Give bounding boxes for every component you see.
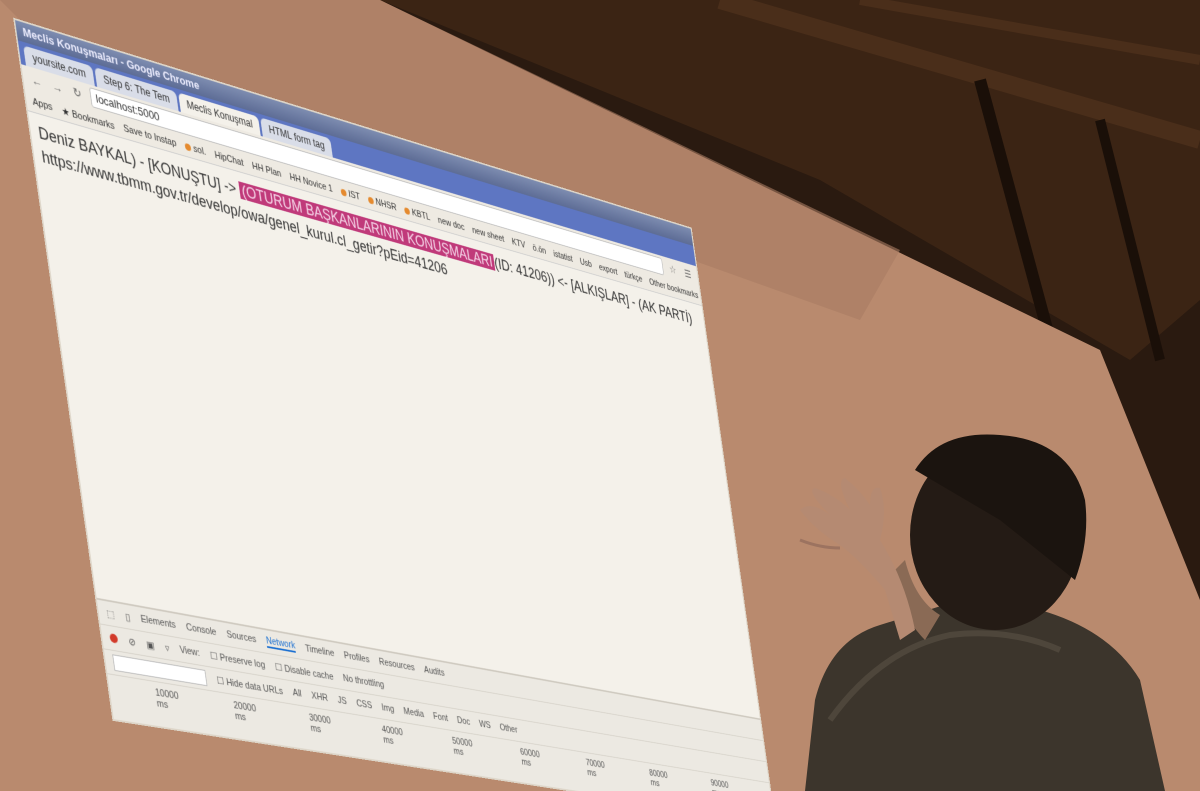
devtools-device-icon[interactable]: ▯ bbox=[124, 610, 131, 623]
bookmark-label: sol. bbox=[192, 143, 207, 158]
devtools-tab[interactable]: Profiles bbox=[343, 650, 370, 665]
bookmark-item[interactable]: IST bbox=[340, 187, 361, 203]
timeline-tick: 90000 ms bbox=[710, 778, 730, 791]
photo-scene: Meclis Konuşmaları - Google Chrome yours… bbox=[0, 0, 1200, 791]
filter-type[interactable]: Other bbox=[499, 722, 518, 735]
forward-icon[interactable]: → bbox=[49, 78, 65, 96]
filter-type[interactable]: Doc bbox=[456, 715, 470, 727]
filter-type[interactable]: CSS bbox=[356, 698, 373, 711]
bookmark-item[interactable]: türkçe bbox=[624, 270, 643, 285]
filter-type[interactable]: WS bbox=[478, 719, 491, 731]
camera-icon[interactable]: ▣ bbox=[146, 638, 155, 651]
timeline-tick: 10000 ms bbox=[154, 687, 180, 711]
devtools-tab[interactable]: Timeline bbox=[305, 643, 335, 659]
filter-type[interactable]: All bbox=[292, 687, 302, 699]
disable-cache-label: Disable cache bbox=[283, 663, 335, 683]
bookmark-favicon-icon bbox=[184, 142, 192, 152]
bookmark-item[interactable]: sol. bbox=[184, 141, 207, 158]
menu-icon[interactable]: ☰ bbox=[682, 266, 694, 282]
timeline-tick: 30000 ms bbox=[308, 712, 332, 736]
throttling-select[interactable]: No throttling bbox=[342, 673, 384, 690]
view-label: View: bbox=[178, 644, 201, 659]
bookmark-item[interactable]: Usb bbox=[579, 257, 592, 270]
bookmark-item[interactable]: export bbox=[598, 262, 618, 277]
timeline-tick: 70000 ms bbox=[585, 757, 606, 779]
devtools-tab[interactable]: Audits bbox=[423, 665, 445, 679]
timeline-tick: 40000 ms bbox=[381, 724, 404, 747]
preserve-log-checkbox[interactable]: ☐ Preserve log bbox=[209, 649, 266, 671]
back-icon[interactable]: ← bbox=[28, 72, 44, 90]
filter-type[interactable]: Media bbox=[403, 706, 425, 720]
devtools-tab[interactable]: Elements bbox=[140, 614, 176, 631]
filter-type[interactable]: Font bbox=[433, 711, 449, 724]
bookmark-favicon-icon bbox=[404, 207, 411, 216]
timeline-tick: 60000 ms bbox=[519, 746, 541, 769]
bookmark-item[interactable]: istatist bbox=[553, 249, 574, 264]
filter-type[interactable]: Img bbox=[381, 702, 395, 714]
devtools-tab[interactable]: Console bbox=[185, 622, 217, 638]
bookmark-favicon-icon bbox=[367, 196, 375, 205]
devtools-tab[interactable]: Resources bbox=[378, 657, 415, 674]
preserve-log-label: Preserve log bbox=[219, 651, 266, 671]
bookmark-label: IST bbox=[347, 188, 361, 203]
hide-data-urls-label: Hide data URLs bbox=[225, 676, 284, 697]
devtools-tab-network[interactable]: Network bbox=[265, 635, 297, 653]
bookmark-label: KBTL bbox=[411, 207, 431, 223]
timeline-tick: 80000 ms bbox=[648, 768, 669, 789]
filter-type[interactable]: XHR bbox=[311, 691, 329, 704]
bookmark-label: NHSR bbox=[374, 196, 398, 214]
timeline-tick: 50000 ms bbox=[451, 735, 474, 758]
clear-icon[interactable]: ⊘ bbox=[128, 635, 137, 648]
filter-icon[interactable]: ▿ bbox=[164, 641, 170, 654]
bookmark-favicon-icon bbox=[340, 188, 347, 197]
bookmark-item[interactable]: KTV bbox=[511, 237, 526, 251]
bookmark-item[interactable]: ö.ön bbox=[532, 243, 547, 257]
devtools-tab[interactable]: Sources bbox=[226, 629, 257, 645]
record-icon[interactable] bbox=[109, 633, 119, 644]
star-icon[interactable]: ☆ bbox=[667, 262, 679, 278]
bookmark-apps[interactable]: Apps bbox=[32, 96, 53, 113]
timeline-tick: 20000 ms bbox=[232, 700, 257, 724]
filter-type[interactable]: JS bbox=[337, 695, 347, 707]
devtools-inspect-icon[interactable]: ⬚ bbox=[106, 607, 116, 620]
reload-icon[interactable]: ↻ bbox=[69, 84, 85, 103]
